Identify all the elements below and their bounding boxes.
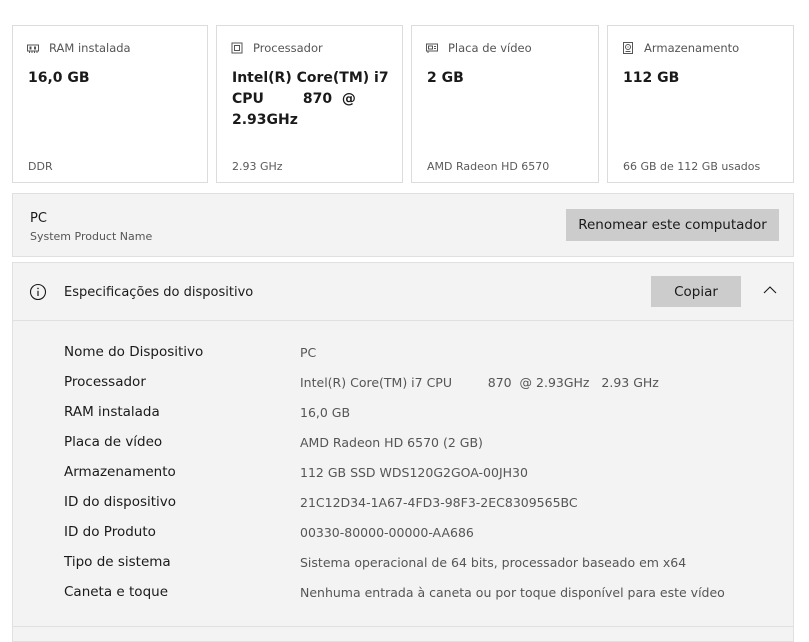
processor-card-title: Processador	[253, 41, 323, 55]
spec-label: Nome do Dispositivo	[64, 344, 204, 360]
device-name: PC	[30, 211, 47, 226]
spec-value: AMD Radeon HD 6570 (2 GB)	[300, 435, 483, 450]
spec-row-system-type: Tipo de sistema Sistema operacional de 6…	[13, 549, 793, 579]
spec-row-processor: Processador Intel(R) Core(TM) i7 CPU 870…	[13, 369, 793, 399]
storage-card-title: Armazenamento	[644, 41, 740, 55]
storage-card: Armazenamento 112 GB 66 GB de 112 GB usa…	[607, 25, 794, 183]
device-name-panel: PC System Product Name Renomear este com…	[12, 193, 794, 257]
spec-label: ID do dispositivo	[64, 494, 177, 510]
ram-card-title: RAM instalada	[49, 41, 131, 55]
spec-row-ram: RAM instalada 16,0 GB	[13, 399, 793, 429]
spec-value: 21C12D34-1A67-4FD3-98F3-2EC8309565BC	[300, 495, 578, 510]
spec-row-device-name: Nome do Dispositivo PC	[13, 339, 793, 369]
storage-icon	[623, 42, 633, 54]
ram-card-footer: DDR	[28, 160, 53, 173]
device-specifications-panel: Especificações do dispositivo Copiar Nom…	[12, 262, 794, 642]
gpu-card-title: Placa de vídeo	[448, 41, 532, 55]
rename-computer-button[interactable]: Renomear este computador	[566, 209, 779, 241]
spec-label: Caneta e toque	[64, 584, 168, 600]
specifications-title: Especificações do dispositivo	[64, 285, 254, 300]
memory-icon	[27, 44, 39, 53]
spec-row-product-id: ID do Produto 00330-80000-00000-AA686	[13, 519, 793, 549]
spec-value: Intel(R) Core(TM) i7 CPU 870 @ 2.93GHz 2…	[300, 375, 659, 390]
spec-label: RAM instalada	[64, 404, 160, 420]
spec-label: Armazenamento	[64, 464, 176, 480]
spec-value: Sistema operacional de 64 bits, processa…	[300, 555, 687, 570]
spec-row-pen-touch: Caneta e toque Nenhuma entrada à caneta …	[13, 579, 793, 609]
ram-card-value: 16,0 GB	[28, 70, 90, 86]
spec-label: ID do Produto	[64, 524, 156, 540]
gpu-card-footer: AMD Radeon HD 6570	[427, 160, 550, 173]
spec-label: Processador	[64, 374, 146, 390]
ram-card-header: RAM instalada	[27, 41, 131, 55]
spec-label: Placa de vídeo	[64, 434, 163, 450]
hardware-summary-cards: RAM instalada 16,0 GB DDR Processador In…	[12, 25, 794, 185]
processor-card: Processador Intel(R) Core(TM) i7 CPU 870…	[216, 25, 403, 183]
gpu-card: Placa de vídeo 2 GB AMD Radeon HD 6570	[411, 25, 599, 183]
storage-card-footer: 66 GB de 112 GB usados	[623, 160, 761, 173]
gpu-icon	[426, 43, 438, 53]
processor-card-footer: 2.93 GHz	[232, 160, 283, 173]
processor-card-header: Processador	[231, 41, 323, 55]
storage-card-header: Armazenamento	[622, 41, 739, 55]
storage-card-value: 112 GB	[623, 70, 680, 86]
section-divider	[12, 626, 794, 627]
gpu-card-value: 2 GB	[427, 70, 464, 86]
spec-row-device-id: ID do dispositivo 21C12D34-1A67-4FD3-98F…	[13, 489, 793, 519]
device-model: System Product Name	[30, 230, 153, 243]
copy-button[interactable]: Copiar	[651, 276, 741, 307]
gpu-card-header: Placa de vídeo	[426, 41, 532, 55]
processor-card-value: Intel(R) Core(TM) i7 CPU 870 @ 2.93GHz	[232, 70, 389, 128]
spec-label: Tipo de sistema	[64, 554, 171, 570]
spec-value: 112 GB SSD WDS120G2GOA-00JH30	[300, 465, 528, 480]
spec-value: Nenhuma entrada à caneta ou por toque di…	[300, 585, 725, 600]
info-icon	[29, 283, 47, 301]
specifications-header[interactable]: Especificações do dispositivo Copiar	[13, 263, 793, 321]
spec-value: PC	[300, 345, 317, 360]
cpu-icon	[231, 42, 243, 54]
chevron-up-icon[interactable]	[762, 284, 778, 296]
specifications-list: Nome do Dispositivo PC Processador Intel…	[13, 339, 793, 609]
spec-row-gpu: Placa de vídeo AMD Radeon HD 6570 (2 GB)	[13, 429, 793, 459]
spec-row-storage: Armazenamento 112 GB SSD WDS120G2GOA-00J…	[13, 459, 793, 489]
spec-value: 16,0 GB	[300, 405, 351, 420]
ram-card: RAM instalada 16,0 GB DDR	[12, 25, 208, 183]
spec-value: 00330-80000-00000-AA686	[300, 525, 474, 540]
